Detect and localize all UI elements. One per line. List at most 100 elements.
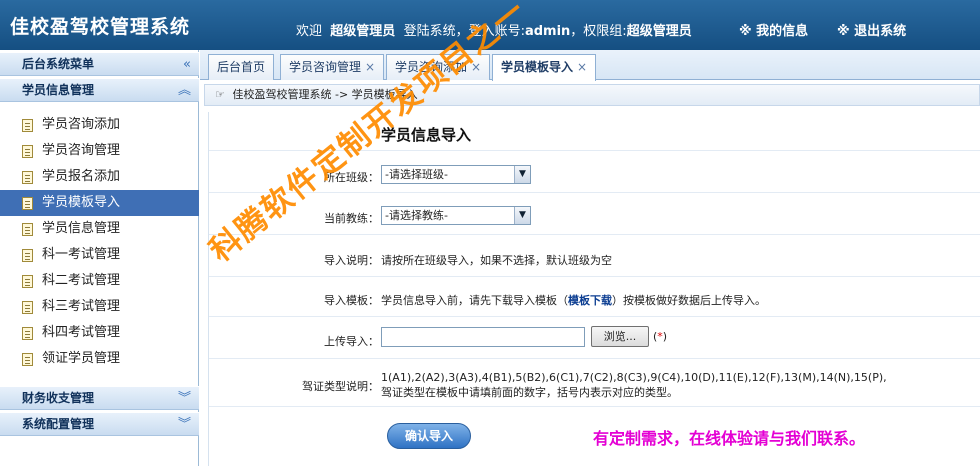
chevron-down-icon[interactable]: ︾ xyxy=(178,387,191,410)
sidebar-menu-header[interactable]: 后台系统菜单 « xyxy=(0,52,199,76)
sidebar-item-label: 领证学员管理 xyxy=(42,351,121,366)
breadcrumb-text: 佳校盈驾校管理系统 -> 学员模板导入 xyxy=(232,88,418,101)
sidebar: 后台系统菜单 « 学员信息管理 ︽ 学员咨询添加 学员咨询管理 学员报名添加 学… xyxy=(0,50,199,466)
divider xyxy=(209,276,980,277)
tab-bar: 后台首页 学员咨询管理 × 学员咨询添加 × 学员模板导入 × xyxy=(200,50,980,81)
file-path-input[interactable] xyxy=(381,327,585,347)
sidebar-group-config[interactable]: 系统配置管理 ︾ xyxy=(0,412,199,436)
my-info-link[interactable]: ※ 我的信息 xyxy=(739,20,808,39)
sidebar-item-list: 学员咨询添加 学员咨询管理 学员报名添加 学员模板导入 学员信息管理 科一考试管… xyxy=(0,112,199,372)
note-text: 请按所在班级导入，如果不选择，默认班级为空 xyxy=(381,254,612,267)
role-text: ，权限组: xyxy=(570,24,627,39)
divider xyxy=(209,150,980,151)
document-icon xyxy=(22,197,33,210)
form-title: 学员信息导入 xyxy=(381,126,472,144)
template-text: 学员信息导入前，请先下载导入模板（模板下载）按模板做好数据后上传导入。 xyxy=(381,292,766,308)
close-icon[interactable]: × xyxy=(365,60,375,74)
tab-label: 后台首页 xyxy=(217,60,266,74)
sidebar-item-label: 学员咨询添加 xyxy=(42,117,121,132)
coach-select-value: -请选择教练- xyxy=(385,209,448,222)
divider xyxy=(209,192,980,193)
tab-home[interactable]: 后台首页 xyxy=(208,54,275,80)
promo-text: 有定制需求，在线体验请与我们联系。 xyxy=(593,429,866,448)
upload-label: 上传导入： xyxy=(324,335,379,348)
document-icon xyxy=(22,249,33,262)
sidebar-item[interactable]: 学员咨询添加 xyxy=(0,112,199,138)
main-area: 后台首页 学员咨询管理 × 学员咨询添加 × 学员模板导入 × ☞ 佳校盈驾校管理系统… xyxy=(200,50,980,466)
sidebar-item-active[interactable]: 学员模板导入 xyxy=(0,190,199,216)
sidebar-group-config-label: 系统配置管理 xyxy=(22,417,95,431)
sidebar-item-label: 科二考试管理 xyxy=(42,273,121,288)
sidebar-item-label: 科三考试管理 xyxy=(42,299,121,314)
sidebar-item-label: 学员咨询管理 xyxy=(42,143,121,158)
login-text: 登陆系统，登入账号: xyxy=(403,24,525,39)
divider xyxy=(209,358,980,359)
sidebar-item[interactable]: 科四考试管理 xyxy=(0,320,199,346)
divider xyxy=(209,406,980,407)
tab-label: 学员咨询管理 xyxy=(289,60,362,74)
document-icon xyxy=(22,145,33,158)
sidebar-item-label: 学员信息管理 xyxy=(42,221,121,236)
sidebar-item[interactable]: 学员信息管理 xyxy=(0,216,199,242)
document-icon xyxy=(22,353,33,366)
divider xyxy=(209,234,980,235)
chevron-down-icon: ▼ xyxy=(514,207,530,224)
license-type-codes: 1(A1),2(A2),3(A3),4(B1),5(B2),6(C1),7(C2… xyxy=(381,371,887,384)
app-title: 佳校盈驾校管理系统 xyxy=(10,16,191,38)
sidebar-item[interactable]: 科一考试管理 xyxy=(0,242,199,268)
close-icon[interactable]: × xyxy=(471,60,481,74)
sidebar-item[interactable]: 学员咨询管理 xyxy=(0,138,199,164)
confirm-import-button[interactable]: 确认导入 xyxy=(387,423,471,449)
sidebar-item[interactable]: 领证学员管理 xyxy=(0,346,199,372)
document-icon xyxy=(22,171,33,184)
sidebar-group-finance-label: 财务收支管理 xyxy=(22,391,95,405)
document-icon xyxy=(22,223,33,236)
chevron-down-icon[interactable]: ︾ xyxy=(178,413,191,436)
class-label: 所在班级： xyxy=(324,171,379,184)
coach-label: 当前教练： xyxy=(324,212,379,225)
coach-select[interactable]: -请选择教练- ▼ xyxy=(381,206,531,225)
sidebar-group-student[interactable]: 学员信息管理 ︽ xyxy=(0,78,199,102)
sidebar-item[interactable]: 科三考试管理 xyxy=(0,294,199,320)
role-name: 超级管理员 xyxy=(626,24,692,39)
template-label: 导入模板： xyxy=(324,294,379,307)
document-icon xyxy=(22,301,33,314)
tab-label: 学员模板导入 xyxy=(501,60,574,74)
tab-template-import[interactable]: 学员模板导入 × xyxy=(492,54,597,81)
sidebar-item-label: 学员模板导入 xyxy=(42,195,121,210)
chevron-up-icon[interactable]: ︽ xyxy=(178,79,191,102)
top-header: 佳校盈驾校管理系统 欢迎 超级管理员 登陆系统，登入账号:admin，权限组:超… xyxy=(0,0,980,50)
document-icon xyxy=(22,275,33,288)
username: 超级管理员 xyxy=(330,24,396,39)
sidebar-item[interactable]: 学员报名添加 xyxy=(0,164,199,190)
divider xyxy=(209,316,980,317)
sidebar-menu-title: 后台系统菜单 xyxy=(22,57,95,71)
tab-consult-add[interactable]: 学员咨询添加 × xyxy=(386,54,491,80)
class-select-value: -请选择班级- xyxy=(385,168,448,181)
document-icon xyxy=(22,327,33,340)
template-download-link[interactable]: 模板下载 xyxy=(568,294,612,307)
chevron-down-icon: ▼ xyxy=(514,166,530,183)
sidebar-group-student-label: 学员信息管理 xyxy=(22,83,95,97)
required-marker: (*) xyxy=(653,330,668,343)
tab-label: 学员咨询添加 xyxy=(395,60,468,74)
sidebar-item[interactable]: 科二考试管理 xyxy=(0,268,199,294)
account-name: admin xyxy=(524,24,571,39)
sidebar-item-label: 科一考试管理 xyxy=(42,247,121,262)
class-select[interactable]: -请选择班级- ▼ xyxy=(381,165,531,184)
tab-consult-manage[interactable]: 学员咨询管理 × xyxy=(280,54,385,80)
hand-pointer-icon: ☞ xyxy=(215,88,225,101)
note-label: 导入说明： xyxy=(324,254,379,267)
import-form: 学员信息导入 所在班级： -请选择班级- ▼ 当前教练： -请选择教练- ▼ 导… xyxy=(208,112,980,466)
template-text-post: ）按模板做好数据后上传导入。 xyxy=(612,294,766,307)
user-info: 欢迎 超级管理员 登陆系统，登入账号:admin，权限组:超级管理员 xyxy=(296,20,692,39)
logout-link[interactable]: ※ 退出系统 xyxy=(837,20,906,39)
welcome-text: 欢迎 xyxy=(296,24,323,39)
sidebar-group-finance[interactable]: 财务收支管理 ︾ xyxy=(0,386,199,410)
license-type-note: 驾证类型在模板中请填前面的数字，括号内表示对应的类型。 xyxy=(381,386,678,399)
breadcrumb: ☞ 佳校盈驾校管理系统 -> 学员模板导入 xyxy=(204,84,980,106)
close-icon[interactable]: × xyxy=(577,60,587,74)
sidebar-item-label: 科四考试管理 xyxy=(42,325,121,340)
collapse-icon[interactable]: « xyxy=(183,53,191,76)
browse-button[interactable]: 浏览... xyxy=(591,326,649,347)
